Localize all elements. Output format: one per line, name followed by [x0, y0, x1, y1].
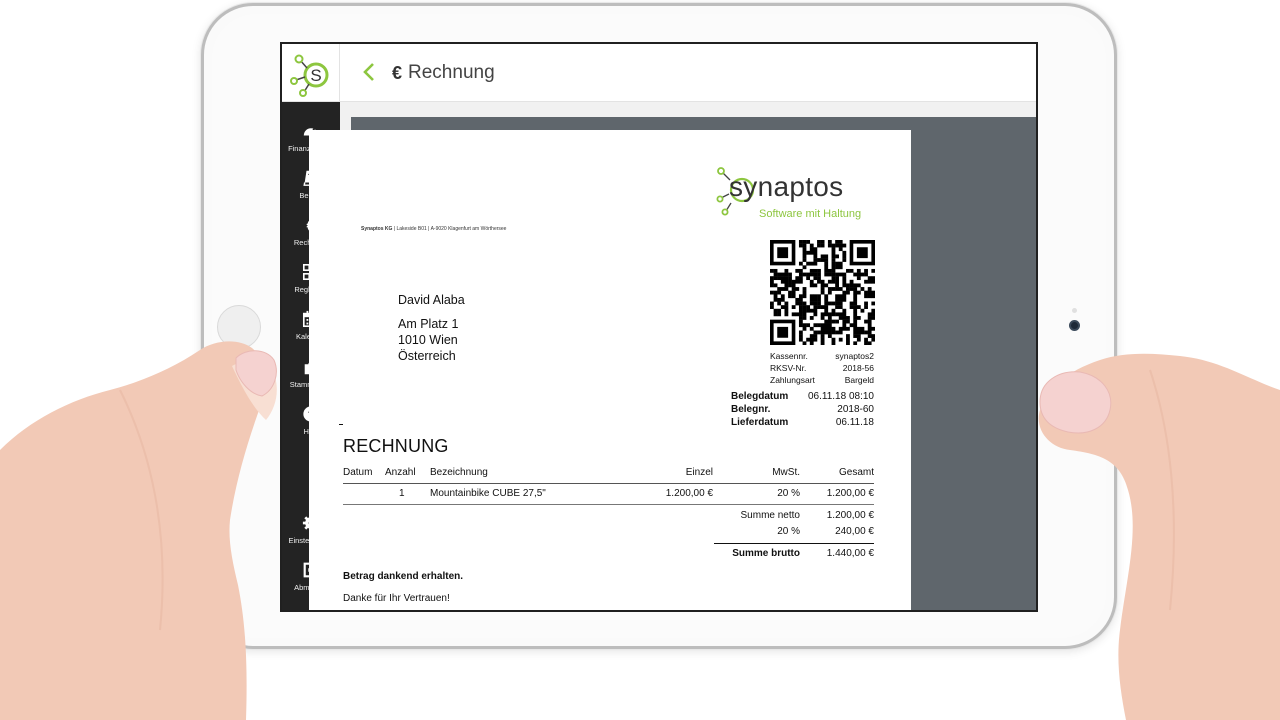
- left-hand: [0, 341, 277, 720]
- column-header-anzahl: Anzahl: [385, 467, 416, 478]
- tax-rate: 20 %: [777, 526, 800, 537]
- register-value: 2018-56: [842, 363, 874, 373]
- app-screen: S € Rechnung Finanzc: [280, 42, 1038, 612]
- cell-einzel: 1.200,00 €: [665, 488, 713, 499]
- summe-brutto-value: 1.440,00 €: [826, 548, 874, 559]
- summe-brutto-label: Summe brutto: [732, 548, 800, 559]
- date-label: Belegdatum: [731, 391, 789, 402]
- cell-mwst: 20 %: [777, 488, 800, 499]
- date-value: 2018-60: [837, 404, 874, 415]
- tax-amount: 240,00 €: [835, 526, 874, 537]
- register-label: Zahlungsart: [770, 375, 815, 385]
- qr-code-icon: [770, 240, 876, 346]
- top-bar: S € Rechnung: [282, 44, 1036, 102]
- total-divider: [714, 543, 874, 544]
- svg-text:S: S: [310, 66, 321, 85]
- header-divider: [343, 483, 874, 484]
- date-value: 06.11.18: [835, 417, 874, 428]
- sender-name: Synaptos KG: [361, 226, 393, 232]
- date-label: Lieferdatum: [731, 417, 789, 428]
- thanks-text: Danke für Ihr Vertrauen!: [343, 593, 450, 604]
- chevron-left-icon: [363, 63, 374, 81]
- sender-address: | Lakeside B01 | A-9020 Klagenfurt am Wö…: [392, 226, 507, 232]
- column-header-mwst: MwSt.: [772, 467, 800, 478]
- cell-bezeichnung: Mountainbike CUBE 27,5": [430, 488, 546, 499]
- register-label: Kassennr.: [770, 351, 808, 361]
- date-label: Belegnr.: [731, 404, 771, 415]
- register-value: Bargeld: [844, 375, 874, 385]
- recipient-country: Österreich: [398, 349, 456, 363]
- register-value: synaptos2: [835, 351, 874, 361]
- app-logo[interactable]: S: [282, 44, 340, 102]
- recipient-city: 1010 Wien: [398, 333, 458, 347]
- summe-netto-value: 1.200,00 €: [826, 510, 874, 521]
- qr-code: [770, 240, 876, 350]
- recipient-street: Am Platz 1: [398, 317, 459, 331]
- camera: [1069, 320, 1080, 331]
- column-header-gesamt: Gesamt: [838, 467, 874, 478]
- recipient-name: David Alaba: [398, 293, 465, 307]
- invoice-slogan: Software mit Haltung: [759, 208, 862, 220]
- column-header-einzel: Einzel: [685, 467, 713, 478]
- page-title-text: Rechnung: [408, 62, 495, 83]
- date-value: 06.11.18 08:10: [808, 391, 874, 402]
- right-hand: [1038, 353, 1280, 720]
- synaptos-logo-icon: S: [290, 54, 329, 97]
- cell-gesamt: 1.200,00 €: [826, 488, 874, 499]
- row-divider: [343, 504, 874, 505]
- invoice-paper: synaptos Software mit Haltung Synaptos K…: [309, 130, 911, 610]
- cell-anzahl: 1: [399, 488, 405, 499]
- thanks-bold: Betrag dankend erhalten.: [343, 571, 464, 582]
- page-title: € Rechnung: [392, 62, 495, 84]
- column-header-bezeichnung: Bezeichnung: [430, 467, 488, 478]
- invoice-heading: RECHNUNG: [343, 436, 449, 456]
- register-label: RKSV-Nr.: [770, 363, 807, 373]
- euro-icon: €: [392, 62, 403, 83]
- sender-line: Synaptos KG | Lakeside B01 | A-9020 Klag…: [361, 226, 506, 232]
- fold-mark: [339, 424, 343, 425]
- back-button[interactable]: [358, 60, 382, 84]
- light-sensor: [1072, 308, 1077, 313]
- invoice-logo-text: synaptos: [729, 171, 844, 202]
- summe-netto-label: Summe netto: [740, 510, 800, 521]
- column-header-datum: Datum: [343, 467, 373, 478]
